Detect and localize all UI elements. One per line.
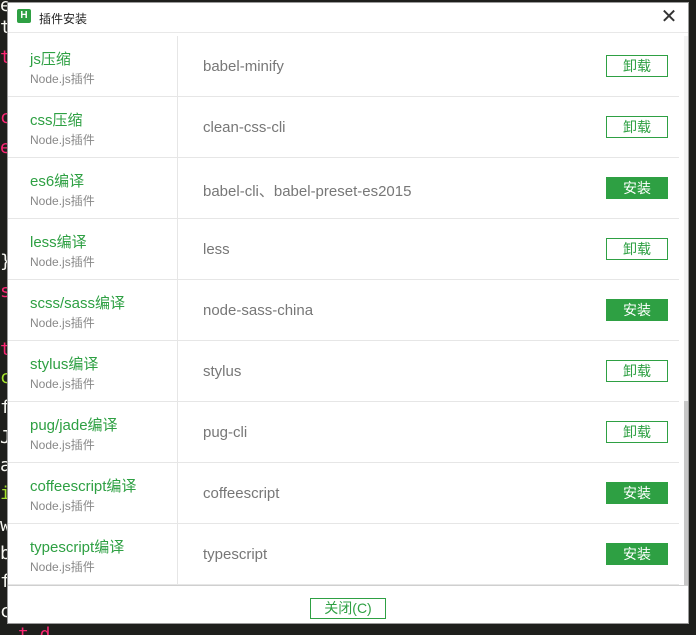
plugin-row: less编译 Node.js插件 less 卸载 [8, 219, 679, 280]
plugin-info-cell: coffeescript编译 Node.js插件 [8, 463, 178, 524]
plugin-type: Node.js插件 [30, 560, 95, 574]
plugin-package: typescript [203, 546, 268, 563]
plugin-package: node-sass-china [203, 302, 314, 319]
plugin-type: Node.js插件 [30, 499, 95, 513]
plugin-type: Node.js插件 [30, 316, 95, 330]
plugin-type: Node.js插件 [30, 194, 95, 208]
plugin-name: es6编译 [30, 173, 85, 190]
dialog-titlebar: H 插件安装 ✕ [8, 3, 688, 33]
plugin-package: coffeescript [203, 485, 280, 502]
plugin-name: stylus编译 [30, 356, 99, 373]
uninstall-button[interactable]: 卸载 [606, 360, 668, 382]
plugin-type: Node.js插件 [30, 133, 95, 147]
plugin-package: babel-minify [203, 58, 284, 75]
plugin-row: css压缩 Node.js插件 clean-css-cli 卸载 [8, 97, 679, 158]
plugin-type: Node.js插件 [30, 438, 95, 452]
dialog-title: 插件安装 [39, 12, 88, 26]
plugin-row: coffeescript编译 Node.js插件 coffeescript 安装 [8, 463, 679, 524]
uninstall-button[interactable]: 卸载 [606, 238, 668, 260]
plugin-package: pug-cli [203, 424, 248, 441]
scrollbar-thumb[interactable] [684, 401, 688, 585]
plugin-info-cell: css压缩 Node.js插件 [8, 97, 178, 158]
plugin-install-dialog: H 插件安装 ✕ js压缩 Node.js插件 babel-minify 卸载 css压… [7, 2, 689, 624]
install-button[interactable]: 安装 [606, 482, 668, 504]
uninstall-button[interactable]: 卸载 [606, 55, 668, 77]
plugin-package: clean-css-cli [203, 119, 286, 136]
plugin-row: es6编译 Node.js插件 babel-cli、babel-preset-es2… [8, 158, 679, 219]
plugin-type: Node.js插件 [30, 377, 95, 391]
plugin-name: coffeescript编译 [30, 478, 137, 495]
plugin-row: stylus编译 Node.js插件 stylus 卸载 [8, 341, 679, 402]
install-button[interactable]: 安装 [606, 177, 668, 199]
plugin-package: babel-cli、babel-preset-es2015 [203, 183, 412, 200]
plugin-name: less编译 [30, 234, 87, 251]
install-button[interactable]: 安装 [606, 299, 668, 321]
plugin-name: js压缩 [30, 51, 71, 68]
plugin-package: stylus [203, 363, 242, 380]
plugin-name: css压缩 [30, 112, 83, 129]
dialog-footer: 关闭(C) [8, 585, 688, 623]
plugin-info-cell: pug/jade编译 Node.js插件 [8, 402, 178, 463]
scrollbar[interactable] [684, 36, 688, 585]
plugin-list: js压缩 Node.js插件 babel-minify 卸载 css压缩 Node.js插… [8, 36, 679, 585]
plugin-package: less [203, 241, 230, 258]
plugin-info-cell: typescript编译 Node.js插件 [8, 524, 178, 585]
install-button[interactable]: 安装 [606, 543, 668, 565]
hbuilder-app-icon: H [17, 9, 31, 23]
plugin-name: scss/sass编译 [30, 295, 126, 312]
plugin-type: Node.js插件 [30, 72, 95, 86]
plugin-name: pug/jade编译 [30, 417, 118, 434]
plugin-info-cell: js压缩 Node.js插件 [8, 36, 178, 97]
plugin-info-cell: stylus编译 Node.js插件 [8, 341, 178, 402]
plugin-info-cell: less编译 Node.js插件 [8, 219, 178, 280]
plugin-info-cell: es6编译 Node.js插件 [8, 158, 178, 219]
plugin-row: scss/sass编译 Node.js插件 node-sass-china 安装 [8, 280, 679, 341]
uninstall-button[interactable]: 卸载 [606, 116, 668, 138]
plugin-row: typescript编译 Node.js插件 typescript 安装 [8, 524, 679, 585]
close-button[interactable]: 关闭(C) [310, 598, 386, 619]
uninstall-button[interactable]: 卸载 [606, 421, 668, 443]
plugin-type: Node.js插件 [30, 255, 95, 269]
plugin-row: pug/jade编译 Node.js插件 pug-cli 卸载 [8, 402, 679, 463]
editor-background-fragment: t d [18, 626, 58, 635]
plugin-row: js压缩 Node.js插件 babel-minify 卸载 [8, 36, 679, 97]
close-icon[interactable]: ✕ [658, 6, 680, 28]
plugin-info-cell: scss/sass编译 Node.js插件 [8, 280, 178, 341]
plugin-name: typescript编译 [30, 539, 125, 556]
